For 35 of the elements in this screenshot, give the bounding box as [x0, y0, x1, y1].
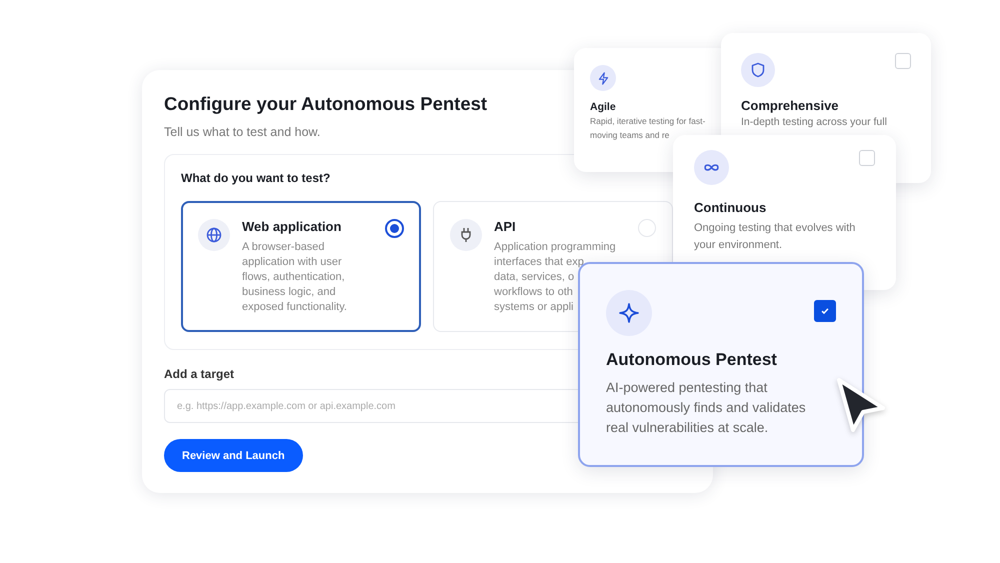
option-card[interactable]: Web application A browser-based application with user flows, authentication, business logic, and exposed functionality.	[181, 201, 421, 332]
feature-description: In-depth testing across your full	[741, 116, 888, 128]
option-description: data, services, o	[494, 270, 576, 285]
feature-title: Autonomous Pentest	[606, 350, 778, 370]
option-title: API	[494, 219, 517, 234]
checkbox[interactable]	[814, 300, 836, 322]
option-description: Application programming	[494, 240, 617, 255]
checkmark-icon	[820, 306, 830, 316]
feature-description: Ongoing testing that evolves with	[694, 221, 856, 236]
review-and-launch-button[interactable]: Review and Launch	[164, 439, 303, 472]
panel-subtitle: Tell us what to test and how.	[164, 125, 320, 139]
feature-description: Rapid, iterative testing for fast-	[590, 115, 706, 127]
feature-title: Agile	[590, 101, 617, 113]
option-description: A browser-based	[242, 240, 326, 255]
feature-description: your environment.	[694, 238, 784, 253]
feature-title: Comprehensive	[741, 98, 840, 113]
infinity-icon	[694, 150, 729, 185]
option-description: exposed functionality.	[242, 300, 348, 315]
option-description: business logic, and	[242, 285, 337, 300]
panel-title: Configure your Autonomous Pentest	[164, 93, 488, 115]
option-title: Web application	[242, 219, 342, 234]
globe-icon	[198, 219, 230, 251]
option-description: systems or appli	[494, 300, 574, 315]
sparkle-icon	[606, 290, 652, 336]
option-description: flows, authentication,	[242, 270, 346, 285]
field-label: Add a target	[164, 367, 236, 381]
option-description: application with user	[242, 255, 343, 270]
section-heading: What do you want to test?	[181, 171, 332, 185]
option-description: workflows to oth	[494, 285, 574, 300]
feature-title: Continuous	[694, 200, 768, 215]
lightning-icon	[590, 65, 616, 91]
shield-icon	[741, 53, 775, 87]
plug-icon	[450, 219, 482, 251]
radio-button[interactable]	[385, 219, 404, 238]
feature-description: moving teams and re	[590, 129, 670, 141]
